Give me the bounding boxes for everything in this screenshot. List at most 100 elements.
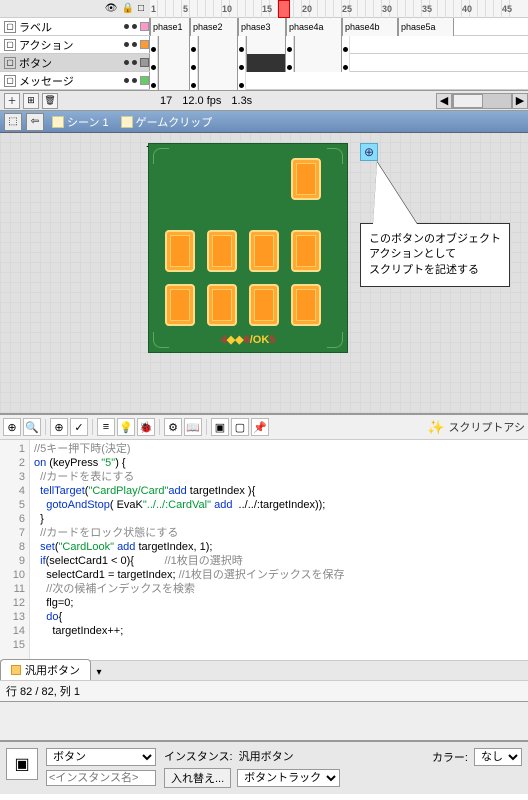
delete-layer-button[interactable]: 🗑	[42, 93, 58, 109]
target-button[interactable]: ⊕	[50, 418, 68, 436]
timeline-footer: ＋ ⊞ 🗑 17 12.0 fps 1.3s ◀ ▶	[0, 90, 528, 110]
symbol-type-icon: ▣	[6, 748, 38, 780]
wand-icon: ✨	[427, 419, 444, 436]
color-swatch[interactable]	[140, 22, 149, 31]
scroll-right-button[interactable]: ▶	[512, 93, 528, 109]
frame-ruler[interactable]: 1 5 10 15 20 25 30 35 40 45	[150, 0, 528, 17]
visibility-dot[interactable]	[124, 78, 129, 83]
instance-label: インスタンス:	[164, 748, 233, 764]
add-script-button[interactable]: ⊕	[3, 418, 21, 436]
swap-button[interactable]: 入れ替え...	[164, 768, 231, 788]
layer-row[interactable]: ▢ ラベル phase1 phase2 phase3 phase4a phase…	[0, 18, 528, 36]
script-panel: ⊕ 🔍 ⊕ ✓ ≡ 💡 🐞 ⚙ 📖 ▣ ▢ 📌 ✨ スクリプトアシ 123456…	[0, 413, 528, 701]
add-folder-button[interactable]: ⊞	[23, 93, 39, 109]
tab-menu-button[interactable]: ▾	[91, 664, 107, 680]
line-gutter: 123456789101112131415	[0, 440, 30, 660]
reference-button[interactable]: 📖	[184, 418, 202, 436]
card	[291, 158, 321, 200]
frame-label[interactable]: phase2	[190, 18, 238, 36]
script-tab[interactable]: 汎用ボタン	[0, 659, 91, 680]
debug-button[interactable]: 🐞	[137, 418, 155, 436]
visibility-dot[interactable]	[124, 42, 129, 47]
timeline-panel: 👁 🔒 □ 1 5 10 15 20 25 30 35 40 45	[0, 0, 528, 111]
lock-dot[interactable]	[132, 42, 137, 47]
code-editor[interactable]: 123456789101112131415 //5キー押下時(決定) on (k…	[0, 440, 528, 660]
scroll-left-button[interactable]: ◀	[436, 93, 452, 109]
layer-name: ボタン	[19, 55, 52, 71]
time-display: 1.3s	[231, 95, 252, 107]
timeline-header: 👁 🔒 □ 1 5 10 15 20 25 30 35 40 45	[0, 0, 528, 18]
target-pin-icon[interactable]: ⊕	[360, 143, 378, 161]
score-display: 4◆◆6/OK5	[149, 333, 347, 346]
pin-button[interactable]: 📌	[251, 418, 269, 436]
scrollbar-track[interactable]	[452, 93, 512, 109]
card	[207, 284, 237, 326]
instance-value: 汎用ボタン	[239, 748, 294, 764]
layer-name: アクション	[19, 37, 73, 53]
lock-dot[interactable]	[132, 24, 137, 29]
button-icon	[11, 665, 21, 675]
card	[291, 230, 321, 272]
edit-scene-button[interactable]: ⬚	[4, 113, 22, 131]
cursor-position: 行 82 / 82, 列 1	[0, 680, 528, 701]
fps-display: 12.0 fps	[182, 95, 221, 107]
properties-panel: ▣ ボタン インスタンス: 汎用ボタン 入れ替え... ボタントラック カラー:…	[0, 741, 528, 794]
options-button[interactable]: ⚙	[164, 418, 182, 436]
annotation-callout: このボタンのオブジェクト アクションとして スクリプトを記述する	[360, 223, 510, 287]
frame-label[interactable]: phase5a	[398, 18, 454, 36]
layer-row[interactable]: ▢ メッセージ	[0, 72, 528, 90]
card-game-clip[interactable]: 4◆◆6/OK5	[148, 143, 348, 353]
lock-icon[interactable]: 🔒	[122, 3, 134, 14]
breadcrumb-scene[interactable]: シーン 1	[48, 114, 113, 130]
card	[249, 284, 279, 326]
layer-name: メッセージ	[19, 73, 74, 89]
page-icon: ▢	[4, 39, 16, 51]
frame-label[interactable]: phase4b	[342, 18, 398, 36]
layer-row[interactable]: ▢ アクション	[0, 36, 528, 54]
back-button[interactable]: ⇦	[26, 113, 44, 131]
expand-button[interactable]: ▢	[231, 418, 249, 436]
track-select[interactable]: ボタントラック	[237, 769, 340, 787]
color-swatch[interactable]	[140, 40, 149, 49]
frame-label[interactable]: phase1	[150, 18, 190, 36]
code-content[interactable]: //5キー押下時(決定) on (keyPress "5") { //カードを表…	[30, 440, 528, 660]
color-label: カラー:	[432, 749, 468, 765]
script-toolbar: ⊕ 🔍 ⊕ ✓ ≡ 💡 🐞 ⚙ 📖 ▣ ▢ 📌 ✨ スクリプトアシ	[0, 415, 528, 440]
card	[165, 284, 195, 326]
layer-name: ラベル	[19, 19, 52, 35]
add-layer-button[interactable]: ＋	[4, 93, 20, 109]
outline-icon[interactable]: □	[138, 3, 144, 14]
find-button[interactable]: 🔍	[23, 418, 41, 436]
frame-label[interactable]: phase4a	[286, 18, 342, 36]
breadcrumb: ⬚ ⇦ シーン 1 ゲームクリップ	[0, 111, 528, 133]
lock-dot[interactable]	[132, 60, 137, 65]
show-hint-button[interactable]: 💡	[117, 418, 135, 436]
instance-name-input[interactable]	[46, 770, 156, 786]
script-tabs: 汎用ボタン ▾	[0, 660, 528, 680]
playhead[interactable]	[278, 0, 290, 18]
current-frame: 17	[160, 95, 172, 107]
breadcrumb-clip[interactable]: ゲームクリップ	[117, 114, 217, 130]
color-swatch[interactable]	[140, 58, 149, 67]
lock-dot[interactable]	[132, 78, 137, 83]
script-assist-label[interactable]: スクリプトアシ	[448, 419, 525, 435]
visibility-dot[interactable]	[124, 24, 129, 29]
scene-icon	[52, 116, 64, 128]
panel-divider[interactable]	[0, 701, 528, 741]
stage[interactable]: + 4◆◆6/OK5 ⊕ このボタンのオブジェクト アクションとして スクリプト…	[0, 133, 528, 413]
card	[291, 284, 321, 326]
color-swatch[interactable]	[140, 76, 149, 85]
eye-icon[interactable]: 👁	[105, 3, 118, 14]
visibility-dot[interactable]	[124, 60, 129, 65]
clip-icon	[121, 116, 133, 128]
symbol-type-select[interactable]: ボタン	[46, 748, 156, 766]
layer-row[interactable]: ▢ ボタン	[0, 54, 528, 72]
check-syntax-button[interactable]: ✓	[70, 418, 88, 436]
card	[165, 230, 195, 272]
page-icon: ▢	[4, 21, 16, 33]
collapse-button[interactable]: ▣	[211, 418, 229, 436]
card	[207, 230, 237, 272]
color-select[interactable]: なし	[474, 748, 522, 766]
auto-format-button[interactable]: ≡	[97, 418, 115, 436]
frame-label[interactable]: phase3	[238, 18, 286, 36]
